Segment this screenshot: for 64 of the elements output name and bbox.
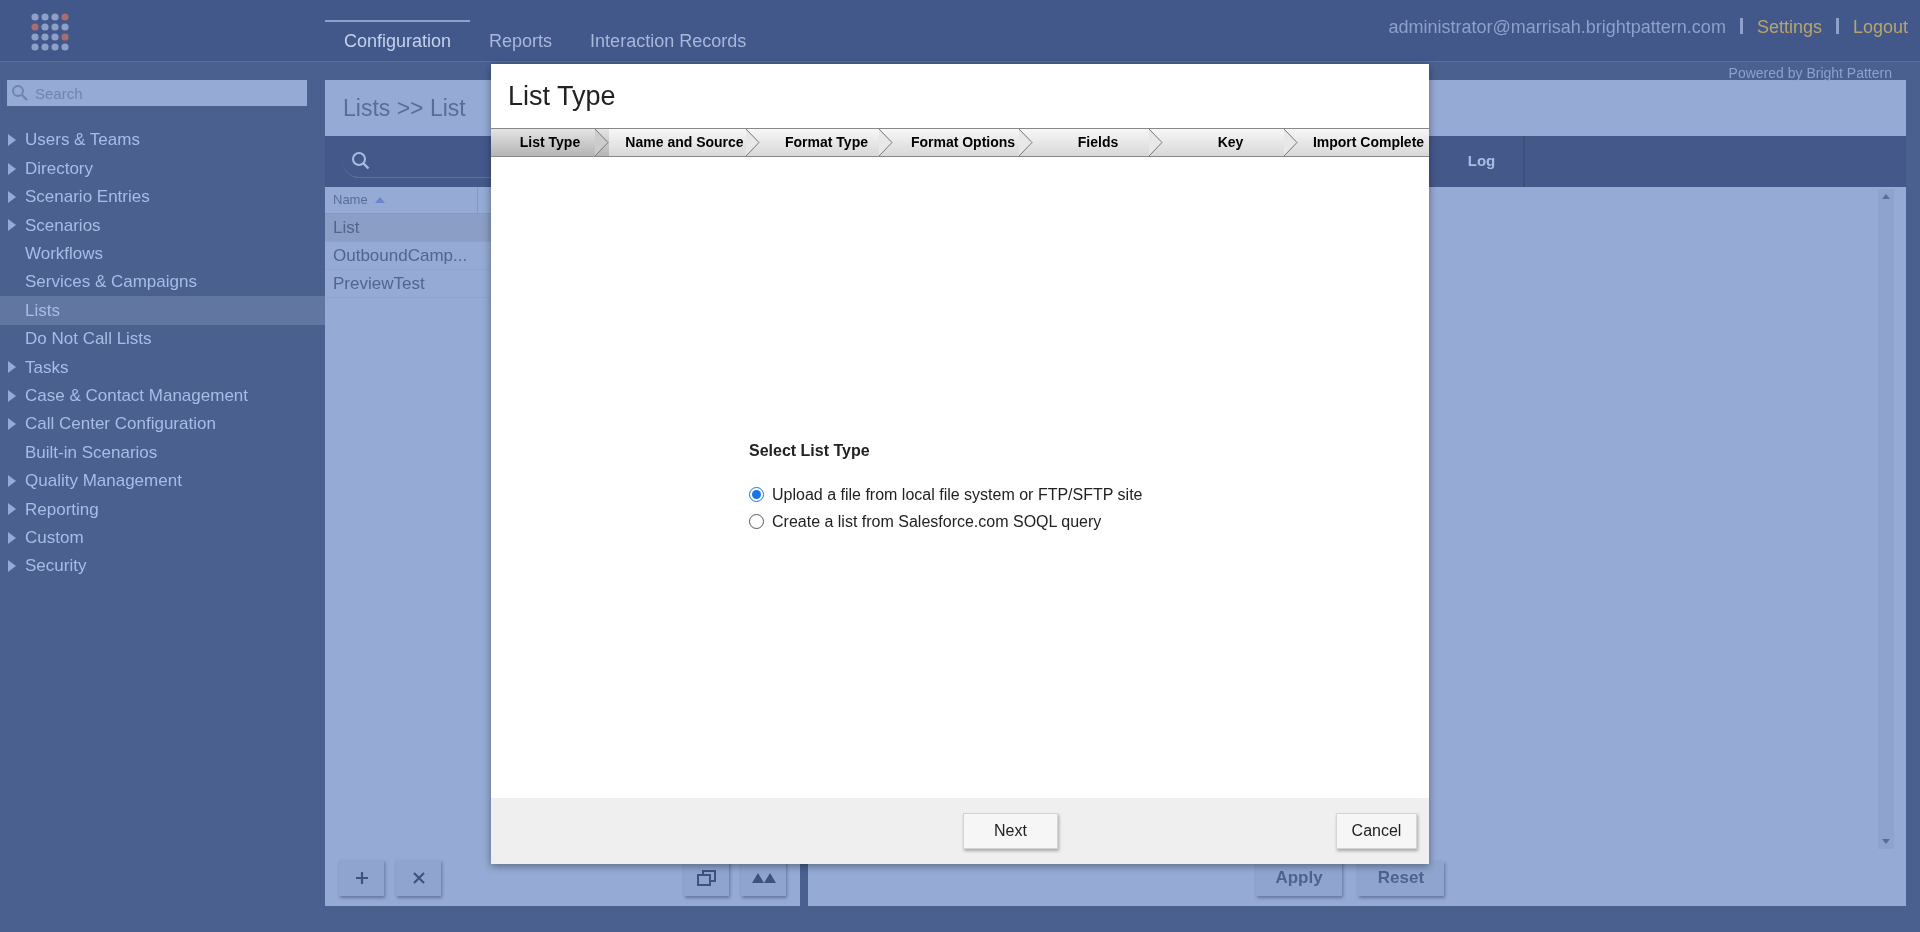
dialog-button[interactable]: Cancel [1336,813,1417,849]
expand-arrow-icon [7,161,17,176]
header-link[interactable]: Logout [1852,14,1908,41]
expand-arrow-icon [7,388,17,403]
section-title: Select List Type [749,441,871,461]
sidebar-item[interactable]: Workflows [0,239,325,268]
expand-arrow-icon [7,530,17,545]
wizard-step: List Type [491,129,609,156]
copy-icon [696,870,717,886]
close-icon [411,871,426,885]
scroll-down-arrow-icon [1882,839,1890,845]
sidebar-item[interactable]: Services & Campaigns [0,267,325,297]
header-link[interactable]: Settings [1756,14,1822,41]
chevron-separator-icon [595,129,609,156]
breadcrumb: Lists >> List [343,93,466,123]
wizard-step: Key [1163,129,1298,156]
sidebar-item[interactable]: Users & Teams [0,126,325,155]
sidebar-item[interactable]: Reporting [0,495,325,524]
wizard-step: Fields [1033,129,1163,156]
sidebar-item[interactable]: Custom [0,523,325,552]
plus-icon [354,871,369,885]
action-button[interactable]: Reset [1358,860,1444,896]
wizard-step: Name and Source [609,129,760,156]
sidebar-item[interactable]: Do Not Call Lists [0,324,325,354]
add-button[interactable] [339,860,384,896]
scrollbar[interactable] [1878,189,1894,849]
sidebar-item[interactable]: Call Center Configuration [0,409,325,439]
scroll-up-arrow-icon [1882,193,1890,199]
dialog-button[interactable]: Next [963,813,1058,849]
sidebar-item[interactable]: Lists [0,296,325,325]
double-up-arrow-icon [750,871,777,885]
nav-tab[interactable]: Interaction Records [571,20,766,55]
search-icon [351,151,371,171]
expand-arrow-icon [7,218,17,233]
wizard-step: Import Complete [1298,129,1429,156]
column-header[interactable]: Name [325,187,478,213]
nav-tab[interactable]: Configuration [325,20,471,55]
expand-arrow-icon [7,473,17,488]
radio-option[interactable]: Upload a file from local file system or FTP/SFTP site [749,481,1429,508]
expand-arrow-icon [7,189,17,204]
delete-button[interactable] [396,860,441,896]
powered-by-label: Powered by Bright Pattern [1728,64,1892,83]
user-email: administrator@marrisah.brightpattern.com [1388,16,1726,39]
wizard-step: Format Options [893,129,1033,156]
sidebar-item[interactable]: Built-in Scenarios [0,438,325,467]
tab[interactable]: Log [1440,136,1525,187]
sidebar-item[interactable]: Case & Contact Management [0,381,325,410]
sidebar-item[interactable]: Tasks [0,353,325,382]
sidebar-item[interactable]: Security [0,551,325,581]
expand-arrow-icon [7,502,17,517]
sidebar-item[interactable]: Scenarios [0,211,325,240]
expand-arrow-icon [7,360,17,375]
expand-arrow-icon [7,559,17,574]
expand-arrow-icon [7,133,17,148]
logo-icon [30,12,70,52]
sidebar-item[interactable]: Directory [0,154,325,183]
expand-arrow-icon [7,417,17,432]
sidebar-item[interactable]: Quality Management [0,466,325,496]
search-icon [11,84,29,102]
radio-option[interactable]: Create a list from Salesforce.com SOQL query [749,508,1429,535]
wizard-step: Format Type [760,129,893,156]
sidebar-item[interactable]: Scenario Entries [0,182,325,212]
nav-tab[interactable]: Reports [470,20,572,55]
dialog-title: List Type [508,79,616,113]
